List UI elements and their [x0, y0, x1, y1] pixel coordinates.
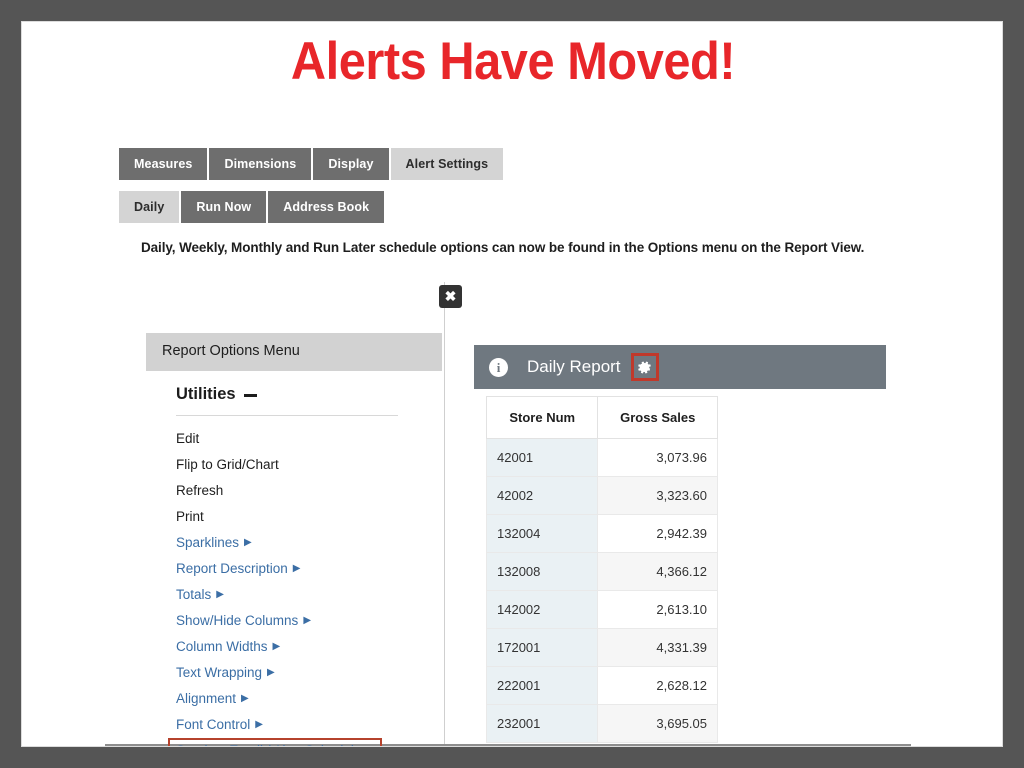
submenu-caret-icon: ▶: [303, 615, 312, 626]
menu-item-print[interactable]: Print: [176, 504, 442, 530]
page-title: Alerts Have Moved!: [290, 32, 736, 91]
menu-item-totals[interactable]: Totals ▶: [176, 582, 442, 608]
menu-item-label: Report Description: [176, 561, 288, 576]
slide-page: Alerts Have Moved! Measures Dimensions Dis…: [21, 21, 1003, 747]
tab-dimensions[interactable]: Dimensions: [209, 148, 312, 180]
tab-display[interactable]: Display: [313, 148, 389, 180]
gear-icon[interactable]: [630, 353, 659, 381]
menu-item-label: Send as Email / Alert Schedule: [176, 740, 361, 746]
cell-store-num: 42001: [485, 438, 599, 477]
tab-address-book[interactable]: Address Book: [268, 191, 385, 223]
menu-item-label: Totals: [176, 587, 212, 602]
menu-item-label: Text Wrapping: [176, 665, 263, 680]
utilities-menu-list: Edit Flip to Grid/Chart Refresh Print Sparkl…: [168, 426, 442, 746]
menu-item-edit[interactable]: Edit: [176, 426, 442, 452]
menu-item-label: Edit: [176, 431, 200, 446]
options-menu-header: Report Options Menu: [146, 333, 442, 371]
secondary-tab-bar: Daily Run Now Address Book: [119, 191, 385, 223]
submenu-caret-icon: ▶: [241, 693, 249, 704]
utilities-heading-label: Utilities: [176, 385, 236, 403]
menu-item-label: Show/Hide Columns: [176, 613, 299, 628]
table-row: 222001 2,628.12: [485, 666, 718, 705]
menu-item-alignment[interactable]: Alignment ▶: [176, 686, 442, 712]
menu-item-label: Font Control: [176, 717, 251, 732]
cell-gross-sales: 4,331.39: [597, 628, 718, 667]
tab-daily[interactable]: Daily: [119, 191, 180, 223]
menu-item-flip-to-grid-chart[interactable]: Flip to Grid/Chart: [176, 452, 442, 478]
menu-item-show-hide-columns[interactable]: Show/Hide Columns ▶: [176, 608, 442, 634]
table-row: 42002 3,323.60: [485, 476, 718, 515]
tab-alert-settings[interactable]: Alert Settings: [390, 148, 504, 180]
cell-store-num: 172001: [485, 628, 599, 667]
cell-store-num: 232001: [485, 704, 599, 743]
panel-divider: [444, 282, 445, 746]
cell-store-num: 132008: [485, 552, 599, 591]
report-table: Store Num Gross Sales 42001 3,073.96 42002 3…: [485, 396, 718, 743]
table-row: 232001 3,695.05: [485, 704, 718, 743]
table-row: 42001 3,073.96: [485, 438, 718, 477]
submenu-caret-icon: ▶: [216, 589, 224, 600]
menu-item-column-widths[interactable]: Column Widths ▶: [176, 634, 442, 660]
cell-gross-sales: 3,323.60: [597, 476, 718, 515]
submenu-caret-icon: ▶: [292, 563, 301, 574]
cell-gross-sales: 4,366.12: [597, 552, 718, 591]
menu-item-label: Alignment: [176, 691, 237, 706]
cell-gross-sales: 2,628.12: [597, 666, 718, 705]
section-divider: [176, 415, 398, 416]
report-title: Daily Report: [527, 357, 621, 376]
utilities-section: Utilities Edit Flip to Grid/Chart Refresh P…: [168, 385, 442, 746]
menu-item-label: Flip to Grid/Chart: [176, 457, 279, 472]
slide-frame: Alerts Have Moved! Measures Dimensions Dis…: [0, 0, 1024, 768]
cell-store-num: 222001: [485, 666, 599, 705]
cell-gross-sales: 3,073.96: [597, 438, 718, 477]
menu-item-refresh[interactable]: Refresh: [176, 478, 442, 504]
cell-store-num: 132004: [485, 514, 599, 553]
utilities-heading[interactable]: Utilities: [176, 385, 442, 404]
instruction-text: Daily, Weekly, Monthly and Run Later sch…: [141, 240, 865, 255]
minus-icon[interactable]: [243, 394, 257, 397]
menu-item-report-description[interactable]: Report Description ▶: [176, 556, 442, 582]
menu-item-label: Refresh: [176, 483, 224, 498]
cell-gross-sales: 2,613.10: [597, 590, 718, 629]
column-header-gross-sales[interactable]: Gross Sales: [597, 396, 718, 439]
primary-tab-bar: Measures Dimensions Display Alert Settings: [119, 148, 504, 180]
cell-gross-sales: 3,695.05: [597, 704, 718, 743]
menu-item-label: Sparklines: [176, 535, 240, 550]
table-body: 42001 3,073.96 42002 3,323.60 132004 2,942.39…: [485, 438, 718, 743]
submenu-caret-icon: ▶: [267, 667, 275, 678]
menu-item-font-control[interactable]: Font Control ▶: [176, 712, 442, 738]
menu-item-send-as-email-alert-schedule[interactable]: Send as Email / Alert Schedule ▶: [168, 738, 383, 746]
menu-item-sparklines[interactable]: Sparklines ▶: [176, 530, 442, 556]
table-row: 132008 4,366.12: [485, 552, 718, 591]
menu-item-label: Print: [176, 509, 204, 524]
cell-gross-sales: 2,942.39: [597, 514, 718, 553]
table-header-row: Store Num Gross Sales: [485, 396, 718, 439]
submenu-caret-icon: ▶: [244, 537, 252, 548]
submenu-caret-icon: ▶: [272, 641, 281, 652]
table-row: 132004 2,942.39: [485, 514, 718, 553]
menu-item-label: Column Widths: [176, 639, 268, 654]
cell-store-num: 42002: [485, 476, 599, 515]
table-row: 172001 4,331.39: [485, 628, 718, 667]
cell-store-num: 142002: [485, 590, 599, 629]
table-row: 142002 2,613.10: [485, 590, 718, 629]
options-menu-header-label: Report Options Menu: [162, 343, 300, 359]
table-header: Store Num Gross Sales: [485, 396, 718, 439]
column-header-store-num[interactable]: Store Num: [485, 396, 599, 439]
info-icon[interactable]: i: [489, 357, 508, 377]
submenu-caret-icon: ▶: [366, 745, 374, 746]
tab-measures[interactable]: Measures: [119, 148, 208, 180]
menu-item-text-wrapping[interactable]: Text Wrapping ▶: [176, 660, 442, 686]
report-header-bar: i Daily Report: [474, 345, 886, 389]
tab-run-now[interactable]: Run Now: [181, 191, 267, 223]
submenu-caret-icon: ▶: [255, 719, 263, 730]
close-icon[interactable]: ✖: [439, 285, 462, 308]
